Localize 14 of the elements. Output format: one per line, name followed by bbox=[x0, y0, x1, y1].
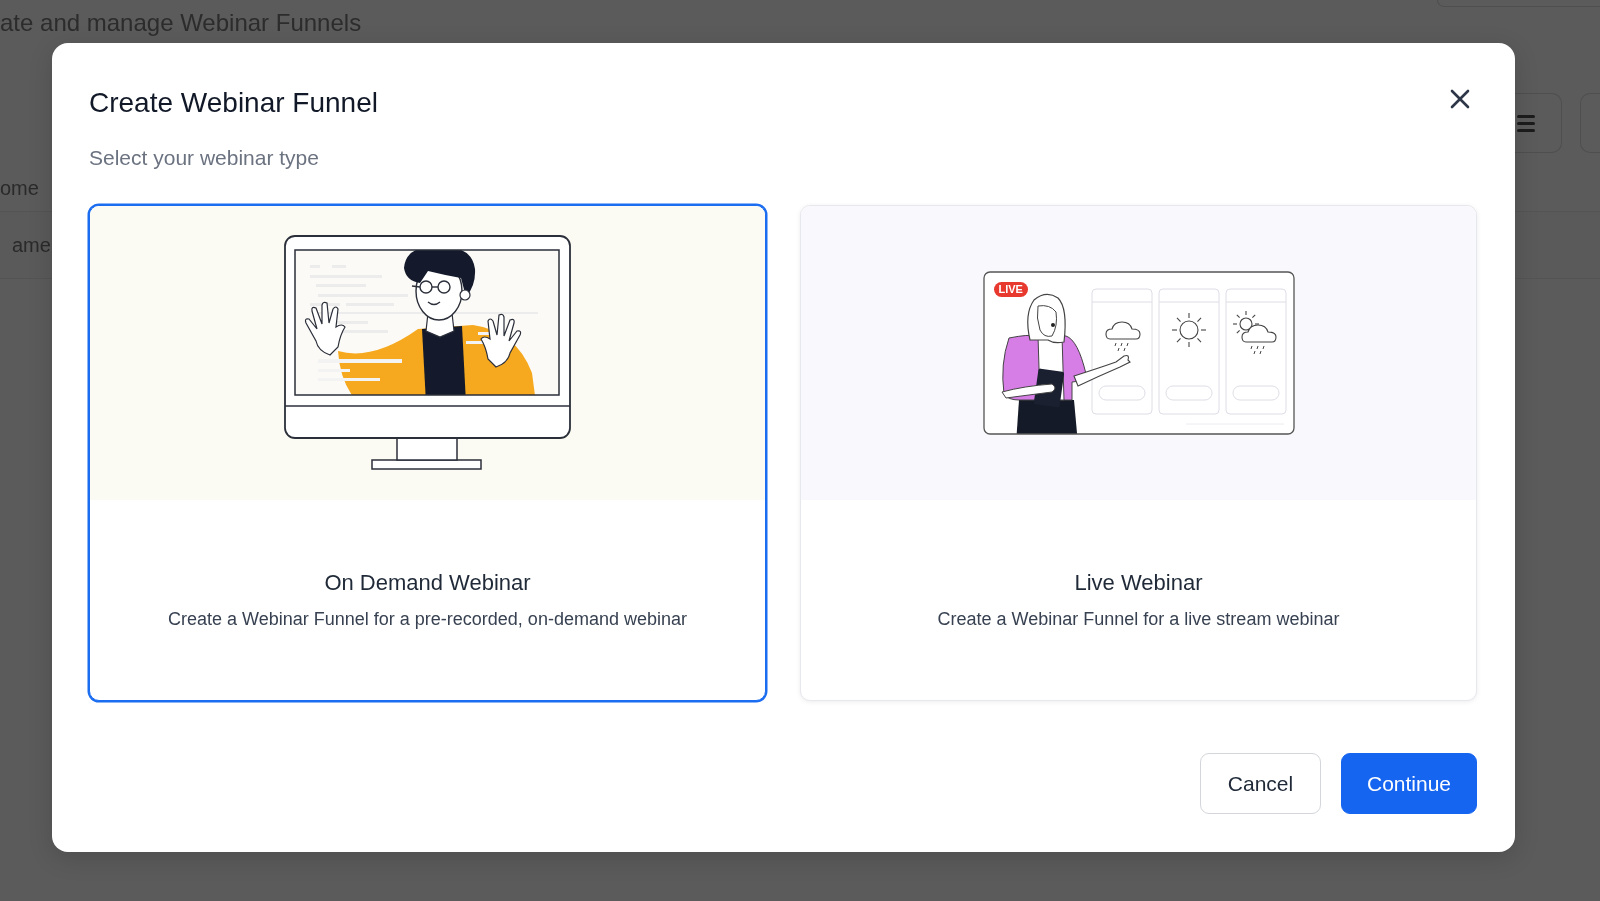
webinar-type-card[interactable]: On Demand Webinar Create a Webinar Funnel for a pre-recorded, on-demand webinar bbox=[89, 205, 766, 701]
option-description: Create a Webinar Funnel for a live stream webinar bbox=[937, 608, 1340, 631]
menu-button[interactable] bbox=[1515, 93, 1562, 153]
cancel-button[interactable]: Cancel bbox=[1200, 753, 1321, 814]
dialog-title: Create Webinar Funnel bbox=[89, 87, 378, 119]
continue-button[interactable]: Continue bbox=[1341, 753, 1477, 814]
option-title: Live Webinar bbox=[1074, 569, 1203, 597]
close-icon bbox=[1450, 89, 1470, 109]
menu-icon bbox=[1517, 114, 1535, 132]
dialog-subtitle: Select your webinar type bbox=[89, 146, 320, 170]
close-button[interactable] bbox=[1450, 89, 1470, 109]
option-title: On Demand Webinar bbox=[324, 569, 531, 597]
option-description: Create a Webinar Funnel for a pre-recorded, on-demand webinar bbox=[168, 608, 687, 631]
webinar-type-card[interactable]: LIVE Live Webinar Create a Webinar Funnel for a live stream webinar bbox=[800, 205, 1477, 701]
